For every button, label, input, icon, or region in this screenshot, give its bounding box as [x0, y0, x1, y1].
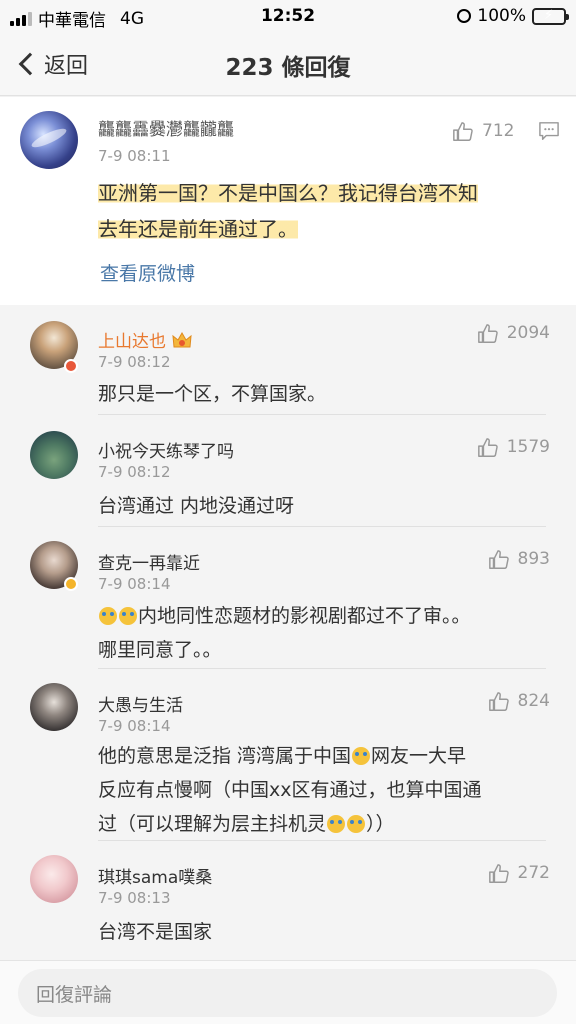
- like-button[interactable]: 712: [452, 121, 514, 141]
- post-time: 7-9 08:11: [98, 147, 171, 165]
- username[interactable]: 龘龘靐爨灪龘龖龘: [98, 115, 234, 140]
- thumbs-up-icon: [452, 121, 474, 141]
- avatar[interactable]: [30, 855, 78, 903]
- like-count: 712: [482, 121, 515, 141]
- like-button[interactable]: 272: [488, 863, 550, 883]
- like-count: 893: [517, 549, 550, 569]
- bottom-bar: 回復評論: [0, 960, 576, 1024]
- like-button[interactable]: 2094: [477, 323, 550, 343]
- like-count: 2094: [506, 323, 550, 343]
- list-item[interactable]: 琪琪sama噗桑 7-9 08:13 272 台湾不是国家: [0, 841, 576, 960]
- like-button[interactable]: 1579: [477, 437, 550, 457]
- crown-icon: [172, 331, 192, 350]
- thumbs-up-icon: [488, 549, 510, 569]
- comment-time: 7-9 08:12: [98, 463, 171, 481]
- comment-text-line: ））: [366, 813, 395, 835]
- laugh-cry-emoji-icon: [352, 747, 371, 765]
- post-text-line-1: 亚洲第一国？不是中国么？我记得台湾不知: [98, 181, 478, 205]
- laugh-cry-emoji-icon: [119, 607, 137, 625]
- laugh-cry-emoji-icon: [347, 815, 366, 833]
- avatar[interactable]: [30, 683, 78, 731]
- like-button[interactable]: 824: [488, 691, 550, 711]
- avatar[interactable]: [30, 431, 78, 479]
- list-item[interactable]: 小祝今天练琴了吗 7-9 08:12 1579 台湾通过 内地没通过呀: [0, 415, 576, 527]
- comment-username[interactable]: 查克一再靠近: [98, 549, 200, 574]
- comment-text: 台湾通过 内地没通过呀: [98, 495, 295, 517]
- laugh-cry-emoji-icon: [327, 815, 346, 833]
- like-count: 824: [517, 691, 550, 711]
- status-bar: 中華電信 4G 12:52 100% ⚡: [0, 0, 576, 34]
- like-button[interactable]: 893: [488, 549, 550, 569]
- comment-time: 7-9 08:13: [98, 889, 171, 907]
- battery-percent: 100%: [477, 6, 526, 26]
- comment-username[interactable]: 大愚与生活: [98, 691, 183, 716]
- laugh-cry-emoji-icon: [99, 607, 117, 625]
- comment-text-line: 内地同性恋题材的影视剧都过不了审。。: [138, 605, 471, 627]
- status-right: 100% ⚡: [457, 6, 569, 26]
- thumbs-up-icon: [477, 323, 499, 343]
- alarm-icon: [457, 9, 472, 23]
- comment-time: 7-9 08:14: [98, 575, 171, 593]
- verified-badge-icon: [64, 359, 78, 373]
- view-original-link[interactable]: 查看原微博: [100, 259, 195, 286]
- nav-bar: 返回 223 條回復: [0, 34, 576, 96]
- comment-text: 他的意思是泛指 湾湾属于中国 网友一大早 反应有点慢啊（中国xx区有通过，也算中国…: [98, 739, 548, 841]
- thumbs-up-icon: [477, 437, 499, 457]
- thumbs-up-icon: [488, 691, 510, 711]
- comment-text: 内地同性恋题材的影视剧都过不了审。。 哪里同意了。。: [98, 599, 548, 667]
- comment-text-line: 他的意思是泛指 湾湾属于中国: [98, 745, 352, 767]
- main-post: 龘龘靐爨灪龘龖龘 7-9 08:11 712 亚洲第一国？不是中国么？我记得台湾…: [0, 97, 576, 305]
- comment-username[interactable]: 小祝今天练琴了吗: [98, 437, 234, 462]
- comment-icon[interactable]: [538, 121, 560, 141]
- avatar[interactable]: [20, 111, 78, 169]
- comment-text-line: 网友一大早: [371, 745, 467, 767]
- comment-text-line: 哪里同意了。。: [98, 639, 222, 661]
- comment-list: 上山达也 7-9 08:12 2094 那只是一个区，不算国家。 小祝今天练琴了…: [0, 305, 576, 960]
- verified-badge-icon: [64, 577, 78, 591]
- post-text-line-2: 去年还是前年通过了。: [98, 217, 298, 241]
- comment-text: 那只是一个区，不算国家。: [98, 383, 327, 405]
- comment-time: 7-9 08:12: [98, 353, 171, 371]
- thumbs-up-icon: [488, 863, 510, 883]
- list-item[interactable]: 查克一再靠近 7-9 08:14 893 内地同性恋题材的影视剧都过不了审。。 …: [0, 527, 576, 669]
- list-item[interactable]: 大愚与生活 7-9 08:14 824 他的意思是泛指 湾湾属于中国 网友一大早 …: [0, 669, 576, 841]
- comment-username-text: 上山达也: [98, 332, 166, 352]
- comment-time: 7-9 08:14: [98, 717, 171, 735]
- list-item[interactable]: 上山达也 7-9 08:12 2094 那只是一个区，不算国家。: [0, 305, 576, 415]
- post-text: 亚洲第一国？不是中国么？我记得台湾不知 去年还是前年通过了。: [98, 175, 558, 247]
- comment-text-line: 过（可以理解为层主抖机灵: [98, 813, 327, 835]
- comment-username[interactable]: 琪琪sama噗桑: [98, 863, 212, 888]
- battery-icon: ⚡: [532, 7, 569, 25]
- comment-username[interactable]: 上山达也: [98, 327, 192, 352]
- reply-comment-input[interactable]: 回復評論: [18, 969, 557, 1017]
- like-count: 1579: [506, 437, 550, 457]
- like-count: 272: [517, 863, 550, 883]
- comment-text: 台湾不是国家: [98, 921, 213, 943]
- comment-text-line: 反应有点慢啊（中国xx区有通过，也算中国通: [98, 779, 482, 801]
- page-title: 223 條回復: [225, 55, 351, 81]
